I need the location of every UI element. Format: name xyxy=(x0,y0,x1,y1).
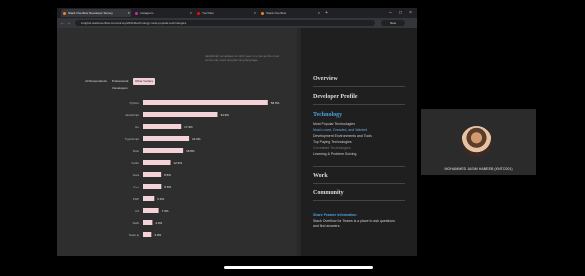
home-indicator[interactable] xyxy=(224,266,373,269)
minimize-icon[interactable]: – xyxy=(389,8,392,18)
bar-value-label: 58.5% xyxy=(271,101,280,105)
bar-category-label: TypeScript xyxy=(125,137,139,141)
bar-value-label: 34.9% xyxy=(220,113,229,117)
nav-developer-profile[interactable]: Developer Profile xyxy=(313,94,358,100)
bar-category-label: Node.js xyxy=(129,233,140,237)
bar-category-label: Rust xyxy=(133,149,139,153)
browser-tab-instagram[interactable]: Instagram × xyxy=(133,9,193,17)
browser-tab-survey[interactable]: Stack Overflow Developer Survey × xyxy=(61,9,131,17)
tab-all-respondents[interactable]: All Respondents xyxy=(85,78,107,85)
forward-arrow-icon[interactable]: → xyxy=(66,18,71,28)
bar[interactable] xyxy=(143,196,155,201)
bar-category-label: Kotlin xyxy=(131,161,139,165)
stack-overflow-favicon-icon xyxy=(261,11,264,15)
close-tab-icon[interactable]: × xyxy=(190,9,192,17)
nav-correlated-technologies[interactable]: Correlated Technologies xyxy=(313,146,351,150)
shared-browser-window: Stack Overflow Developer Survey × Instag… xyxy=(57,8,417,256)
profile-button[interactable]: New xyxy=(381,20,405,26)
browser-tab-youtube[interactable]: YouTube × xyxy=(195,9,257,17)
bar[interactable] xyxy=(143,124,182,129)
share-heading[interactable]: Share Feature Information xyxy=(313,213,357,217)
nav-community[interactable]: Community xyxy=(313,190,344,196)
bar-category-label: JavaScript xyxy=(125,113,139,117)
nav-most-popular-technologies[interactable]: Most Popular Technologies xyxy=(313,122,355,126)
bar-category-label: C++ xyxy=(133,185,139,189)
bar-category-label: Python xyxy=(130,101,140,105)
browser-tab-stackoverflow[interactable]: Stack Overflow × xyxy=(259,9,321,17)
bar-category-label: Go xyxy=(135,125,139,129)
stack-overflow-favicon-icon xyxy=(63,11,66,15)
divider xyxy=(313,86,405,87)
bar-value-label: 4.4% xyxy=(155,221,162,225)
bar-category-label: Swift xyxy=(132,221,139,225)
bar[interactable] xyxy=(143,172,162,177)
tab-label: Instagram xyxy=(140,11,154,15)
tab-bar: Stack Overflow Developer Survey × Instag… xyxy=(57,8,417,18)
participant-avatar xyxy=(461,126,492,157)
youtube-favicon-icon xyxy=(197,11,200,15)
bar-category-label: Java xyxy=(133,173,140,177)
tab-label: YouTube xyxy=(202,11,214,15)
survey-sidebar: Overview Developer Profile Technology Mo… xyxy=(301,28,417,256)
url-input[interactable]: insights.stackoverflow.com/survey/2021#t… xyxy=(75,20,375,26)
share-text: Stack Overflow for Teams is a place to a… xyxy=(313,219,395,228)
nav-most-loved-dreaded-wanted[interactable]: Most Loved, Dreaded, and Wanted xyxy=(313,128,367,132)
bar-value-label: 18.8% xyxy=(186,149,195,153)
nav-overview[interactable]: Overview xyxy=(313,76,338,82)
nav-top-paying-technologies[interactable]: Top Paying Technologies xyxy=(313,140,352,144)
nav-learning-problem-solving[interactable]: Learning & Problem Solving xyxy=(313,152,356,156)
bar-category-label: PHP xyxy=(133,197,139,201)
maximize-icon[interactable]: □ xyxy=(399,8,402,18)
bar-value-label: 5.3% xyxy=(157,197,164,201)
instagram-favicon-icon xyxy=(135,11,138,15)
bar[interactable] xyxy=(143,148,184,153)
nav-technology[interactable]: Technology xyxy=(313,112,342,118)
bar[interactable] xyxy=(143,184,162,189)
bar-value-label: 17.9% xyxy=(184,125,193,129)
participant-name: MOHAMMED JASIM HABEEB (KNTC001) xyxy=(444,167,513,171)
close-tab-icon[interactable]: × xyxy=(128,9,130,17)
bar[interactable] xyxy=(143,220,153,225)
bar[interactable] xyxy=(143,100,268,105)
bar-value-label: 21.6% xyxy=(192,137,201,141)
chart-panel: All Respondents Professional Developers … xyxy=(57,28,297,256)
bar[interactable] xyxy=(143,160,171,165)
tab-other-coders[interactable]: Other Coders xyxy=(133,78,155,85)
back-arrow-icon[interactable]: ← xyxy=(60,18,65,28)
tab-label: Stack Overflow xyxy=(266,11,287,15)
bar[interactable] xyxy=(143,232,152,237)
bar-value-label: 8.5% xyxy=(164,173,171,177)
chart-note: JavaScript completes its ninth year in a… xyxy=(205,54,280,62)
tab-professional-developers[interactable]: Professional Developers xyxy=(109,78,131,90)
divider xyxy=(313,104,405,105)
bar-chart: Python 58.5% JavaScript 34.9% Go 17.9% TypeScr… xyxy=(125,100,280,237)
nav-work[interactable]: Work xyxy=(313,173,328,179)
bar-value-label: 3.9% xyxy=(154,233,161,237)
bar-value-label: 8.6% xyxy=(164,185,171,189)
close-tab-icon[interactable]: × xyxy=(254,9,256,17)
bar-category-label: C# xyxy=(135,209,139,213)
divider xyxy=(313,200,405,201)
divider xyxy=(313,183,405,184)
divider xyxy=(313,166,405,167)
nav-development-environments[interactable]: Development Environments and Tools xyxy=(313,134,372,138)
bar[interactable] xyxy=(143,112,218,117)
close-window-icon[interactable]: × xyxy=(409,8,412,18)
close-tab-icon[interactable]: × xyxy=(318,9,320,17)
bar[interactable] xyxy=(143,208,159,213)
new-tab-icon[interactable]: + xyxy=(325,8,328,18)
tab-label: Stack Overflow Developer Survey xyxy=(68,11,113,15)
bar[interactable] xyxy=(143,136,190,141)
bar-value-label: 7.3% xyxy=(162,209,169,213)
bar-value-label: 12.9% xyxy=(174,161,183,165)
